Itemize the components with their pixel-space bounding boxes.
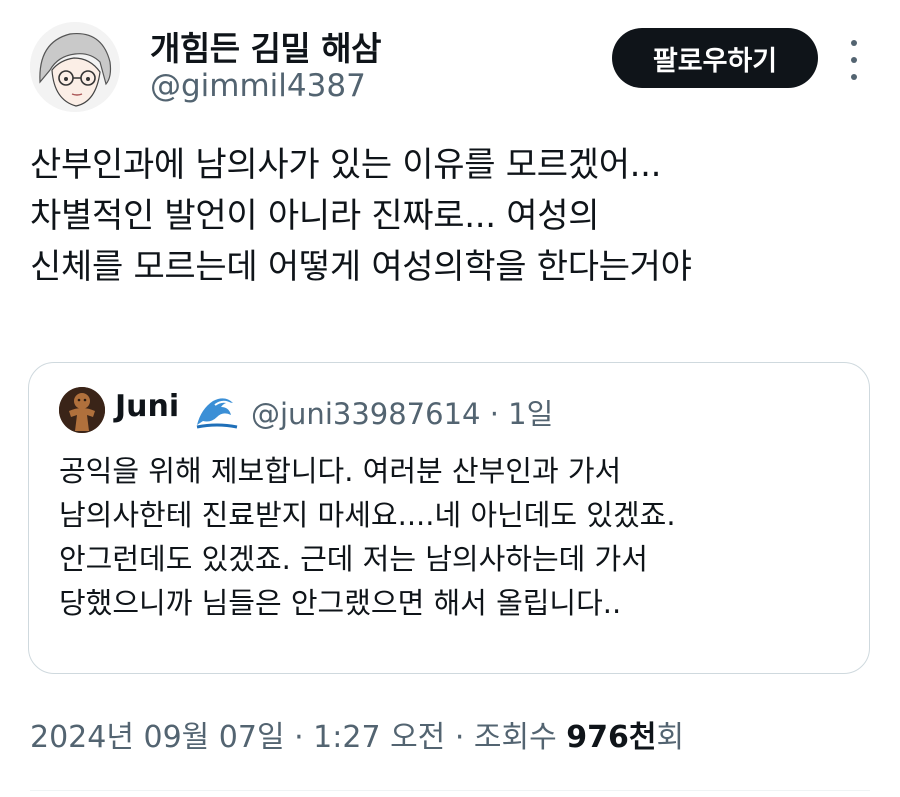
divider — [30, 790, 870, 791]
avatar-illustration — [30, 22, 120, 112]
view-suffix: 회 — [656, 720, 685, 755]
tweet-line: 산부인과에 남의사가 있는 이유를 모르겠어... — [30, 145, 662, 185]
author-display-name[interactable]: 개힘든 김밀 해삼 — [150, 22, 382, 70]
dot — [851, 57, 857, 63]
quote-line: 공익을 위해 제보합니다. 여러분 산부인과 가서 — [59, 454, 622, 488]
dot — [851, 74, 857, 80]
quote-line: 안그런데도 있겠죠. 근데 저는 남의사하는데 가서 — [59, 542, 648, 576]
dot — [851, 40, 857, 46]
quote-text: 공익을 위해 제보합니다. 여러분 산부인과 가서 남의사한테 진료받지 마세요… — [59, 449, 859, 625]
more-vertical-icon[interactable] — [846, 40, 862, 80]
tweet-footer: 2024년 09월 07일 · 1:27 오전 · 조회수 976천회 — [30, 712, 684, 756]
quote-line: 당했으니까 님들은 안그랬으면 해서 올립니다.. — [59, 586, 622, 620]
author-handle[interactable]: @gimmil4387 — [150, 68, 366, 104]
author-avatar[interactable] — [30, 22, 120, 112]
quote-author-name[interactable]: Juni — [115, 389, 179, 424]
quote-meta[interactable]: @juni33987614 · 1일 — [251, 391, 553, 433]
tweet-line: 신체를 모르는데 어떻게 여성의학을 한다는거야 — [30, 247, 692, 287]
quote-line: 남의사한테 진료받지 마세요....네 아닌데도 있겠죠. — [59, 498, 676, 532]
gingerbread-avatar — [59, 387, 105, 433]
quote-author-avatar[interactable] — [59, 387, 105, 433]
tweet-text: 산부인과에 남의사가 있는 이유를 모르겠어... 차별적인 발언이 아니라 진… — [30, 140, 880, 293]
follow-button[interactable]: 팔로우하기 — [612, 28, 818, 88]
tweet-line: 차별적인 발언이 아니라 진짜로... 여성의 — [30, 196, 600, 236]
quoted-tweet-card[interactable]: Juni @juni33987614 · 1일 공익을 위해 제보합니다. 여러… — [28, 362, 870, 674]
timestamp[interactable]: 2024년 09월 07일 · 1:27 오전 · 조회수 — [30, 720, 566, 755]
view-count: 976천 — [566, 720, 657, 755]
wave-icon — [195, 391, 239, 429]
